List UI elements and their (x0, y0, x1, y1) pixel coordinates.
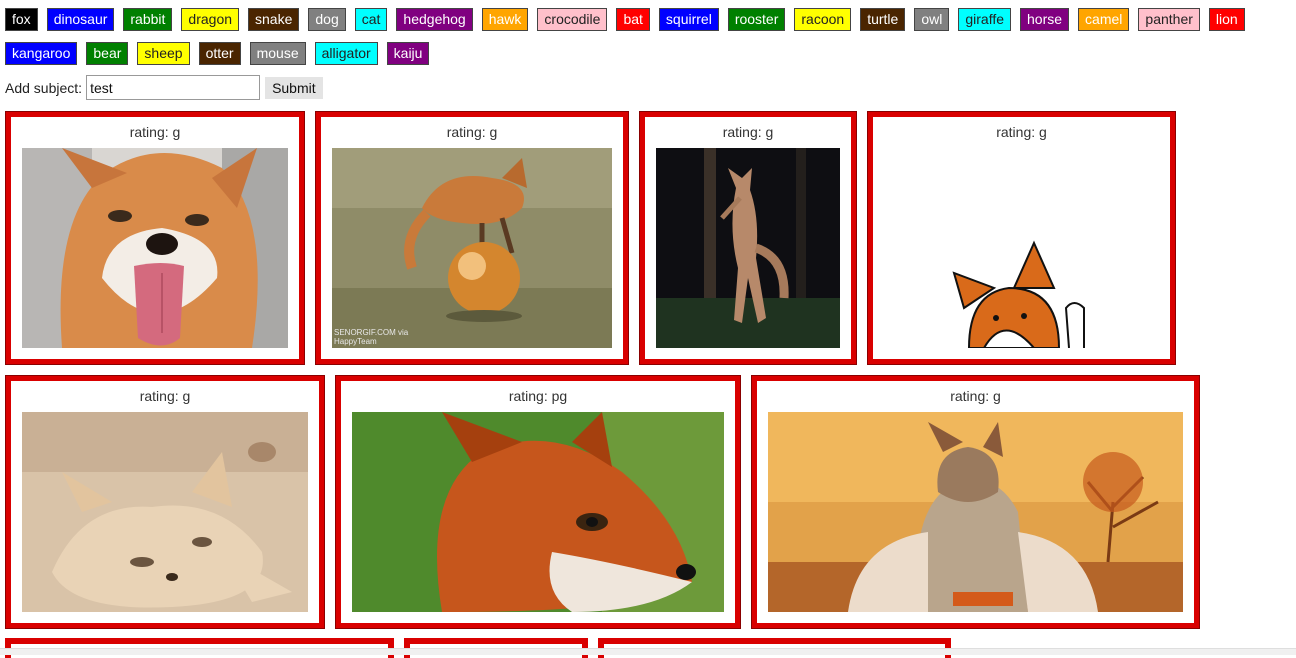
subject-button-otter[interactable]: otter (198, 42, 241, 65)
subject-button-mouse[interactable]: mouse (249, 42, 306, 65)
gif-card: rating: g SENORGIF.COM via HappyTeam (315, 111, 629, 365)
subject-button-kangaroo[interactable]: kangaroo (5, 42, 78, 65)
rating-label: rating: g (129, 124, 181, 140)
gif-image-fox-tongue (22, 148, 288, 348)
rating-label: rating: g (722, 124, 774, 140)
rating-label: rating: g (996, 124, 1047, 140)
submit-button[interactable]: Submit (265, 76, 323, 99)
horizontal-scrollbar[interactable] (0, 648, 1296, 655)
add-subject-label: Add subject: (5, 79, 83, 96)
subject-button-kaiju[interactable]: kaiju (386, 42, 430, 65)
subject-button-owl[interactable]: owl (914, 8, 950, 31)
subject-button-rabbit[interactable]: rabbit (123, 8, 173, 31)
subject-button-panther[interactable]: panther (1138, 8, 1200, 31)
subject-button-giraffe[interactable]: giraffe (958, 8, 1012, 31)
subject-button-squirrel[interactable]: squirrel (658, 8, 719, 31)
subject-button-bat[interactable]: bat (616, 8, 650, 31)
subject-button-hedgehog[interactable]: hedgehog (396, 8, 473, 31)
gif-card: rating: g (5, 111, 305, 365)
gif-watermark: SENORGIF.COM via HappyTeam (334, 328, 409, 346)
gif-card: rating: g (867, 111, 1176, 365)
subject-button-snake[interactable]: snake (248, 8, 300, 31)
gif-image-fox-cartoon (884, 148, 1159, 348)
gif-card: rating: g (639, 111, 857, 365)
gif-card: rating: g (751, 375, 1200, 629)
gif-image-fox-portrait (352, 412, 724, 612)
subject-button-hawk[interactable]: hawk (481, 8, 529, 31)
subject-button-crocodile[interactable]: crocodile (537, 8, 608, 31)
rating-label: rating: g (950, 388, 1001, 404)
gif-image-fox-night (656, 148, 840, 348)
subject-button-rooster[interactable]: rooster (727, 8, 786, 31)
subject-buttons-row-1: fox dinosaur rabbit dragon snake dog cat hedgeh… (5, 8, 1245, 31)
subject-button-dinosaur[interactable]: dinosaur (46, 8, 115, 31)
subject-button-fox[interactable]: fox (5, 8, 38, 31)
rating-label: rating: g (139, 388, 191, 404)
add-subject-form: Add subject: Submit (5, 75, 323, 100)
subject-button-dog[interactable]: dog (308, 8, 346, 31)
rating-label: rating: pg (508, 388, 568, 404)
subject-button-sheep[interactable]: sheep (137, 42, 190, 65)
gif-image-fox-ball: SENORGIF.COM via HappyTeam (332, 148, 612, 348)
gif-image-fox-mr (768, 412, 1183, 612)
subject-buttons-row-2: kangaroo bear sheep otter mouse alligator kaij… (5, 42, 430, 65)
rating-label: rating: g (446, 124, 498, 140)
subject-button-racoon[interactable]: racoon (794, 8, 852, 31)
gif-card: rating: pg (335, 375, 741, 629)
subject-button-turtle[interactable]: turtle (860, 8, 906, 31)
subject-button-horse[interactable]: horse (1020, 8, 1070, 31)
subject-button-dragon[interactable]: dragon (181, 8, 240, 31)
gif-image-fox-cubs (22, 412, 308, 612)
subject-button-cat[interactable]: cat (354, 8, 388, 31)
subject-input[interactable] (86, 75, 261, 100)
subject-button-alligator[interactable]: alligator (314, 42, 378, 65)
subject-button-lion[interactable]: lion (1208, 8, 1245, 31)
subject-button-camel[interactable]: camel (1078, 8, 1130, 31)
gif-card: rating: g (5, 375, 325, 629)
subject-button-bear[interactable]: bear (86, 42, 129, 65)
